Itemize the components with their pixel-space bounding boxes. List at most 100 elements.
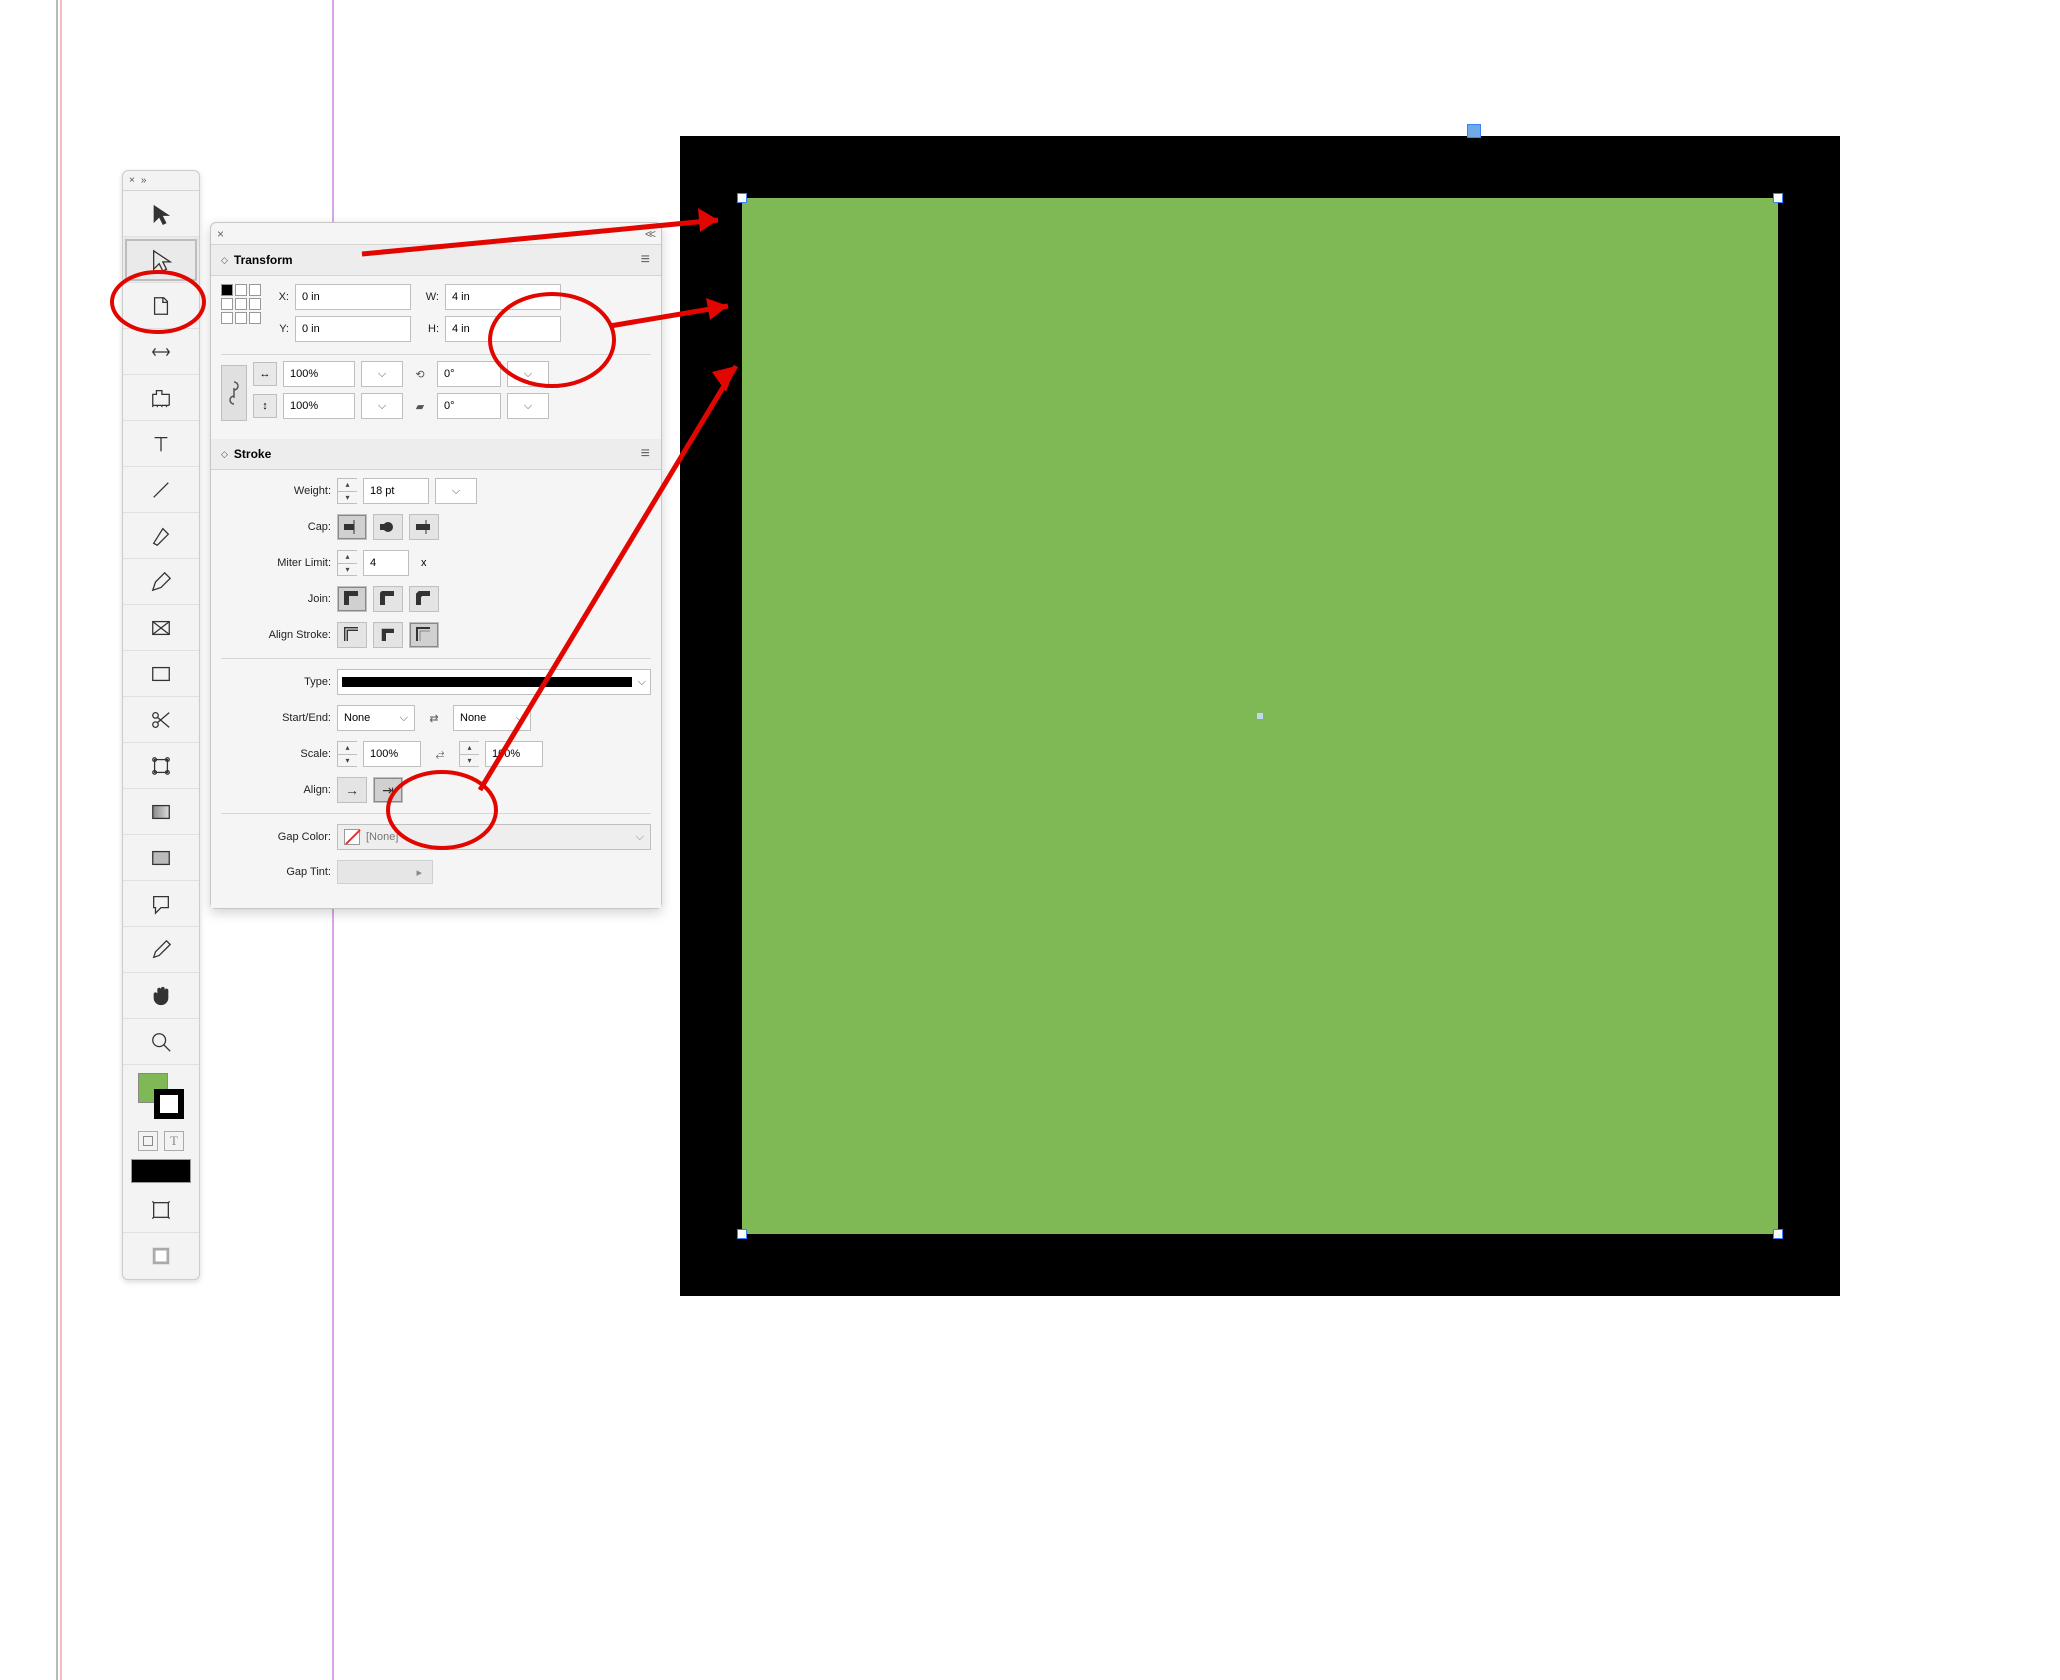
tools-panel-head[interactable]: × » <box>123 171 199 191</box>
cap-projecting-button[interactable] <box>409 514 439 540</box>
eyedropper-tool[interactable] <box>123 927 199 973</box>
selection-center-point[interactable] <box>1257 713 1263 719</box>
scale-end-input[interactable]: 100% <box>485 741 543 767</box>
scissors-tool[interactable] <box>123 697 199 743</box>
selection-handle-top-right[interactable] <box>1773 193 1783 203</box>
panel-collapse-icon[interactable]: << <box>645 227 653 241</box>
close-icon[interactable]: × <box>129 175 135 186</box>
link-scale-button[interactable]: ⥄ <box>427 741 453 767</box>
none-swatch-icon <box>344 829 360 845</box>
x-input[interactable]: 0 in <box>295 284 411 310</box>
scale-start-input[interactable]: 100% <box>363 741 421 767</box>
pencil-tool[interactable] <box>123 559 199 605</box>
page-tool[interactable] <box>123 283 199 329</box>
stroke-section-header[interactable]: ◇ Stroke ≡ <box>211 439 661 470</box>
selection-indicator[interactable] <box>1467 124 1481 138</box>
scale-x-icon: ↔ <box>253 362 277 386</box>
h-label: H: <box>417 323 439 335</box>
selected-rectangle[interactable] <box>680 136 1840 1296</box>
weight-stepper[interactable]: ▴▾ <box>337 478 357 504</box>
shear-input[interactable]: 0° <box>437 393 501 419</box>
scale-y-dropdown[interactable] <box>361 393 403 419</box>
join-label: Join: <box>221 593 331 605</box>
free-transform-tool[interactable] <box>123 743 199 789</box>
align-stroke-inside-button[interactable] <box>373 622 403 648</box>
panel-menu-icon[interactable]: ≡ <box>641 251 651 269</box>
miter-stepper[interactable]: ▴▾ <box>337 550 357 576</box>
stroke-body: Weight: ▴▾ 18 pt Cap: Miter Limit: ▴▾ 4 … <box>211 470 661 908</box>
rectangle-frame-tool[interactable] <box>123 605 199 651</box>
scale-x-input[interactable]: 100% <box>283 361 355 387</box>
rotate-input[interactable]: 0° <box>437 361 501 387</box>
cap-round-button[interactable] <box>373 514 403 540</box>
start-arrow-select[interactable]: None <box>337 705 415 731</box>
scale-y-input[interactable]: 100% <box>283 393 355 419</box>
rotate-dropdown[interactable] <box>507 361 549 387</box>
miter-input[interactable]: 4 <box>363 550 409 576</box>
weight-input[interactable]: 18 pt <box>363 478 429 504</box>
type-tool[interactable] <box>123 421 199 467</box>
formatting-container-icon[interactable] <box>138 1131 158 1151</box>
view-mode-normal[interactable] <box>123 1187 199 1233</box>
stroke-type-dropdown[interactable]: ⌵ <box>337 669 651 695</box>
rectangle-tool[interactable] <box>123 651 199 697</box>
gap-tint-label: Gap Tint: <box>221 866 331 878</box>
hand-tool[interactable] <box>123 973 199 1019</box>
cap-butt-button[interactable] <box>337 514 367 540</box>
zoom-tool[interactable] <box>123 1019 199 1065</box>
selection-handle-bottom-left[interactable] <box>737 1229 747 1239</box>
selection-tool[interactable] <box>123 191 199 237</box>
join-round-button[interactable] <box>373 586 403 612</box>
align-stroke-outside-button[interactable] <box>409 622 439 648</box>
shear-icon: ▰ <box>409 395 431 417</box>
formatting-text-icon[interactable]: T <box>164 1131 184 1151</box>
y-input[interactable]: 0 in <box>295 316 411 342</box>
weight-label: Weight: <box>221 485 331 497</box>
pen-tool[interactable] <box>123 513 199 559</box>
transform-body: X: 0 in W: 4 in Y: 0 in H: 4 in <box>211 276 661 439</box>
width-input[interactable]: 4 in <box>445 284 561 310</box>
scale-end-stepper[interactable]: ▴▾ <box>459 741 479 767</box>
content-collector-tool[interactable] <box>123 375 199 421</box>
expand-icon[interactable]: » <box>141 175 147 186</box>
join-bevel-button[interactable] <box>409 586 439 612</box>
selection-handle-top-left[interactable] <box>737 193 747 203</box>
weight-dropdown[interactable] <box>435 478 477 504</box>
view-mode-preview[interactable] <box>123 1233 199 1279</box>
gap-color-select[interactable]: [None] ⌵ <box>337 824 651 850</box>
line-tool[interactable] <box>123 467 199 513</box>
align-stroke-center-button[interactable] <box>337 622 367 648</box>
panel-close-icon[interactable]: × <box>217 227 224 241</box>
x-label: X: <box>273 291 289 303</box>
join-miter-button[interactable] <box>337 586 367 612</box>
constrain-proportions-button[interactable] <box>221 365 247 421</box>
selection-handle-bottom-right[interactable] <box>1773 1229 1783 1239</box>
arrow-align-path-button[interactable]: ⇥ <box>373 777 403 803</box>
height-input[interactable]: 4 in <box>445 316 561 342</box>
chevron-down-icon: ◇ <box>221 255 228 266</box>
stroke-title: Stroke <box>234 447 271 461</box>
fill-stroke-swatch[interactable] <box>138 1073 184 1119</box>
swap-arrows-button[interactable]: ⇄ <box>421 705 447 731</box>
gap-tool[interactable] <box>123 329 199 375</box>
gradient-feather-tool[interactable] <box>123 835 199 881</box>
cap-label: Cap: <box>221 521 331 533</box>
type-label: Type: <box>221 676 331 688</box>
gradient-swatch-tool[interactable] <box>123 789 199 835</box>
scale-x-dropdown[interactable] <box>361 361 403 387</box>
note-tool[interactable] <box>123 881 199 927</box>
end-arrow-select[interactable]: None <box>453 705 531 731</box>
ruler-edge <box>56 0 58 1680</box>
direct-selection-tool[interactable] <box>123 237 199 283</box>
miter-limit-label: Miter Limit: <box>221 557 331 569</box>
panel-menu-icon[interactable]: ≡ <box>641 445 651 463</box>
apply-color-button[interactable] <box>131 1159 191 1183</box>
arrow-align-tip-button[interactable]: → <box>337 777 367 803</box>
shear-dropdown[interactable] <box>507 393 549 419</box>
gap-tint-slider[interactable]: ▸ <box>337 860 433 884</box>
transform-section-header[interactable]: ◇ Transform ≡ <box>211 245 661 276</box>
reference-point-grid[interactable] <box>221 284 265 324</box>
w-label: W: <box>417 291 439 303</box>
stroke-swatch[interactable] <box>154 1089 184 1119</box>
scale-start-stepper[interactable]: ▴▾ <box>337 741 357 767</box>
